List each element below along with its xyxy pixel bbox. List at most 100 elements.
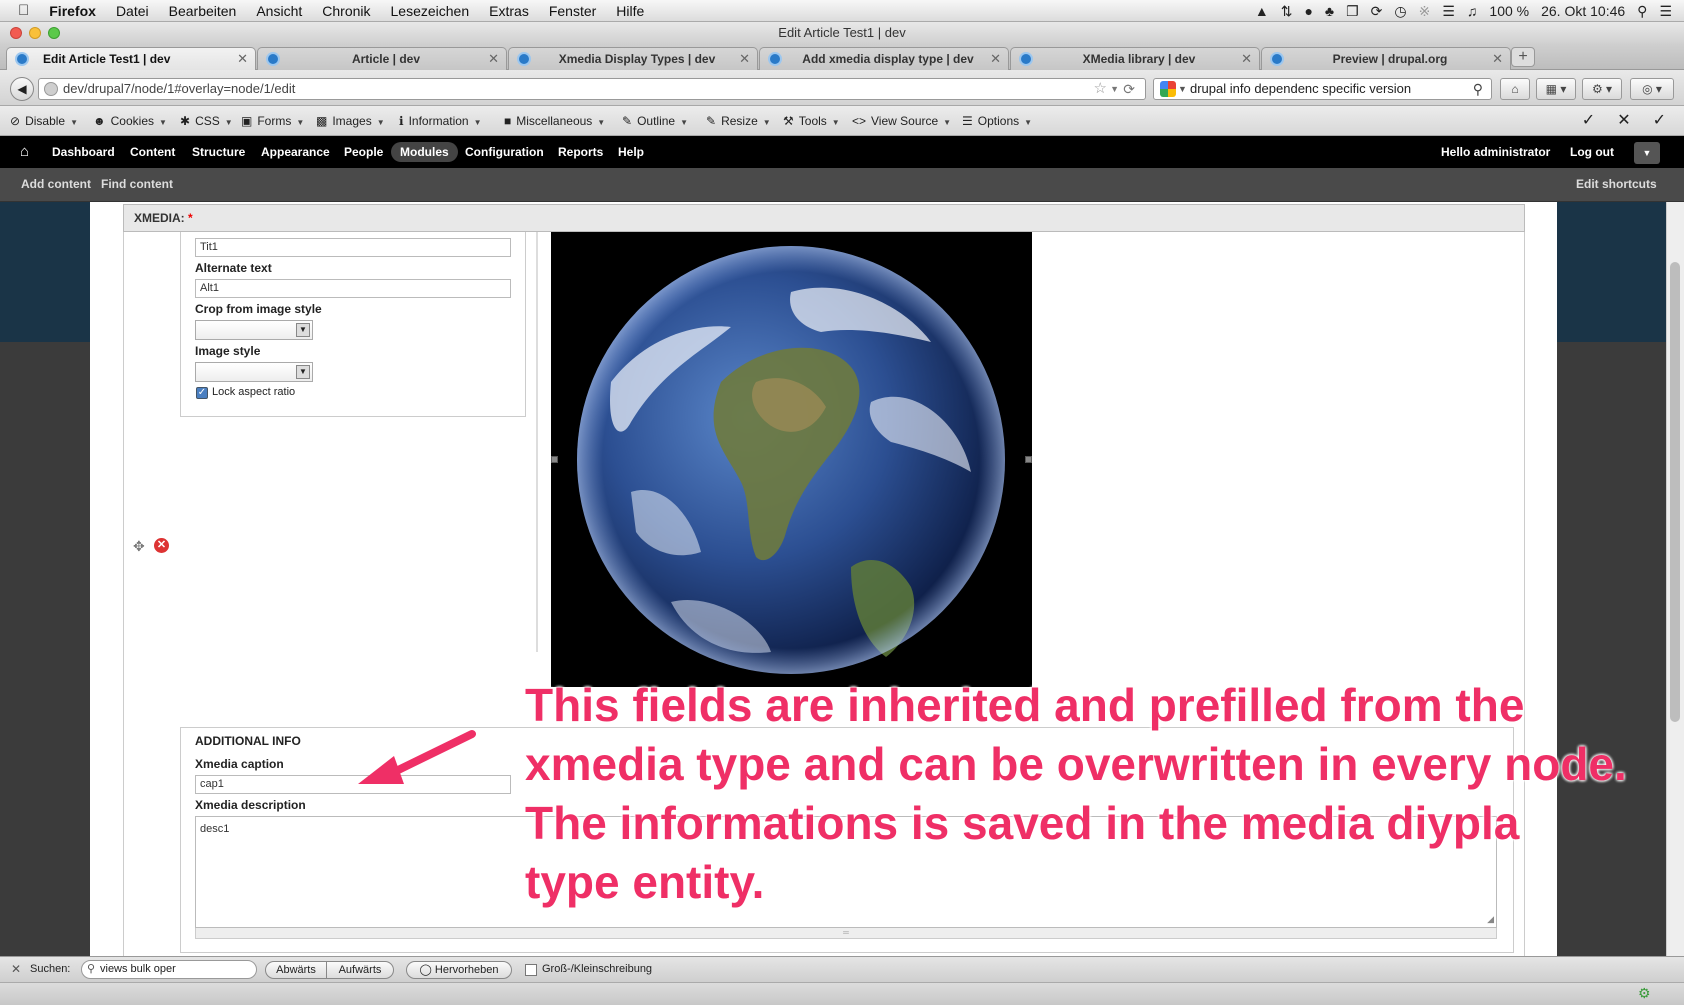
tab-close-icon[interactable]: ✕ [488,48,499,70]
window-close-icon[interactable] [10,27,22,39]
notification-center-icon[interactable]: ☰ [1659,3,1672,20]
google-search-engine-icon[interactable] [1160,81,1176,97]
find-input[interactable]: ⚲ views bulk oper [81,960,257,979]
tab-xmedia-library[interactable]: XMedia library | dev ✕ [1010,47,1260,70]
menu-app-firefox[interactable]: Firefox [39,3,106,19]
bookmarks-button[interactable]: ▦ ▾ [1536,78,1576,100]
toolbar-help[interactable]: Help [618,136,644,168]
tab-close-icon[interactable]: ✕ [237,48,248,70]
highlight-all-button[interactable]: ◯ Hervorheben [406,961,512,979]
tab-xmedia-display-types[interactable]: Xmedia Display Types | dev ✕ [508,47,758,70]
google-drive-icon[interactable]: ▲ [1255,3,1269,19]
menu-fenster[interactable]: Fenster [539,3,606,19]
toolbar-modules[interactable]: Modules [391,142,458,162]
search-bar[interactable]: ▼ drupal info dependenc specific version… [1153,78,1492,100]
resize-grip-icon[interactable]: ◢ [1487,914,1494,925]
menu-ansicht[interactable]: Ansicht [246,3,312,19]
devtool-resize[interactable]: ✎ Resize ▼ [706,106,771,136]
menu-lesezeichen[interactable]: Lesezeichen [381,3,480,19]
site-identity-icon[interactable] [44,82,58,96]
devtool-view-source[interactable]: <> View Source ▼ [852,106,951,136]
crop-style-select[interactable]: ▼ [195,320,313,340]
firebug-button[interactable]: ◎ ▾ [1630,78,1674,100]
devtool-cookies[interactable]: ☻ Cookies ▼ [93,106,167,136]
home-button[interactable]: ⌂ [1500,78,1530,100]
time-machine-icon[interactable]: ◷ [1394,3,1406,20]
menu-datei[interactable]: Datei [106,3,159,19]
close-findbar-icon[interactable]: ✕ [11,962,21,976]
bookmark-star-icon[interactable]: ☆ [1094,79,1107,99]
logout-link[interactable]: Log out [1570,136,1614,168]
tab-close-icon[interactable]: ✕ [1492,48,1503,70]
alt-text-field[interactable]: Alt1 [195,279,511,298]
devtool-disable[interactable]: ⊘ Disable ▼ [10,106,78,136]
back-button[interactable]: ◀ [10,77,34,101]
textarea-grippie[interactable]: ═ [195,928,1497,939]
title-field[interactable]: Tit1 [195,238,511,257]
apple-icon[interactable]:  [0,2,39,19]
window-zoom-icon[interactable] [48,27,60,39]
home-icon[interactable]: ⌂ [20,136,29,168]
devtool-miscellaneous[interactable]: ■ Miscellaneous ▼ [504,106,605,136]
tab-article[interactable]: Article | dev ✕ [257,47,507,70]
match-case-checkbox[interactable] [525,964,537,976]
tab-preview-drupal[interactable]: Preview | drupal.org ✕ [1261,47,1511,70]
drag-handle-icon[interactable]: ✥ [133,538,145,555]
lock-aspect-checkbox[interactable]: ✓ [196,387,208,399]
tab-close-icon[interactable]: ✕ [739,48,750,70]
refresh-icon[interactable]: ⟳ [1371,3,1383,20]
volume-icon[interactable]: ♫ [1467,3,1478,19]
find-previous-button[interactable]: Aufwärts [326,961,394,979]
toggle-shortcuts-icon[interactable]: ▼ [1634,142,1660,164]
evernote-icon[interactable]: ♣ [1325,3,1334,19]
devtool-images[interactable]: ▩ Images ▼ [316,106,385,136]
new-tab-button[interactable]: + [1511,47,1535,67]
devtool-tools[interactable]: ⚒ Tools ▼ [783,106,840,136]
shortcut-find-content[interactable]: Find content [101,168,173,200]
addon-button[interactable]: ⚙ ▾ [1582,78,1622,100]
shortcut-add-content[interactable]: Add content [21,168,91,200]
menu-extras[interactable]: Extras [479,3,539,19]
find-next-button[interactable]: Abwärts [265,961,327,979]
css-valid-check-icon[interactable]: ✓ [1582,106,1595,136]
tab-close-icon[interactable]: ✕ [1241,48,1252,70]
js-errors-cross-icon[interactable]: ✕ [1617,106,1630,136]
devtool-css[interactable]: ✱ CSS ▼ [180,106,233,136]
toolbar-reports[interactable]: Reports [558,136,603,168]
url-history-dropdown-icon[interactable]: ▼ [1110,79,1119,99]
crop-handle-right[interactable] [1025,456,1032,463]
url-bar[interactable]: dev/drupal7/node/1#overlay=node/1/edit ☆… [38,78,1146,100]
tab-close-icon[interactable]: ✕ [990,48,1001,70]
devtool-outline[interactable]: ✎ Outline ▼ [622,106,688,136]
menu-hilfe[interactable]: Hilfe [606,3,654,19]
username-link[interactable]: administrator [1474,145,1551,159]
skype-icon[interactable]: ● [1304,3,1312,19]
menubar-clock[interactable]: 26. Okt 10:46 [1541,3,1625,19]
remove-item-icon[interactable]: ✕ [154,538,169,553]
devtool-options[interactable]: ☰ Options ▼ [962,106,1032,136]
devtool-information[interactable]: ℹ Information ▼ [399,106,482,136]
image-style-select[interactable]: ▼ [195,362,313,382]
window-minimize-icon[interactable] [29,27,41,39]
wifi-icon[interactable]: ☰ [1442,3,1455,20]
reload-icon[interactable]: ⟳ [1123,79,1135,99]
html-valid-check-icon[interactable]: ✓ [1653,106,1666,136]
scrollbar-thumb[interactable] [1670,262,1680,722]
toolbar-people[interactable]: People [344,136,383,168]
battery-percent[interactable]: 100 % [1489,3,1529,19]
edit-shortcuts-link[interactable]: Edit shortcuts [1576,168,1657,200]
spotlight-icon[interactable]: ⚲ [1637,3,1647,20]
search-engine-dropdown-icon[interactable]: ▼ [1178,79,1187,99]
tab-edit-article[interactable]: Edit Article Test1 | dev ✕ [6,47,256,70]
earth-image-crop-area[interactable] [551,232,1032,687]
toolbar-content[interactable]: Content [130,136,175,168]
toolbar-appearance[interactable]: Appearance [261,136,330,168]
sync-arrows-icon[interactable]: ⇅ [1281,3,1293,20]
crop-handle-left[interactable] [551,456,558,463]
windows-icon[interactable]: ❐ [1346,3,1359,20]
bluetooth-icon[interactable]: ※ [1419,3,1431,20]
menu-bearbeiten[interactable]: Bearbeiten [159,3,247,19]
devtool-forms[interactable]: ▣ Forms ▼ [241,106,304,136]
search-icon[interactable]: ⚲ [1473,79,1483,99]
toolbar-configuration[interactable]: Configuration [465,136,544,168]
